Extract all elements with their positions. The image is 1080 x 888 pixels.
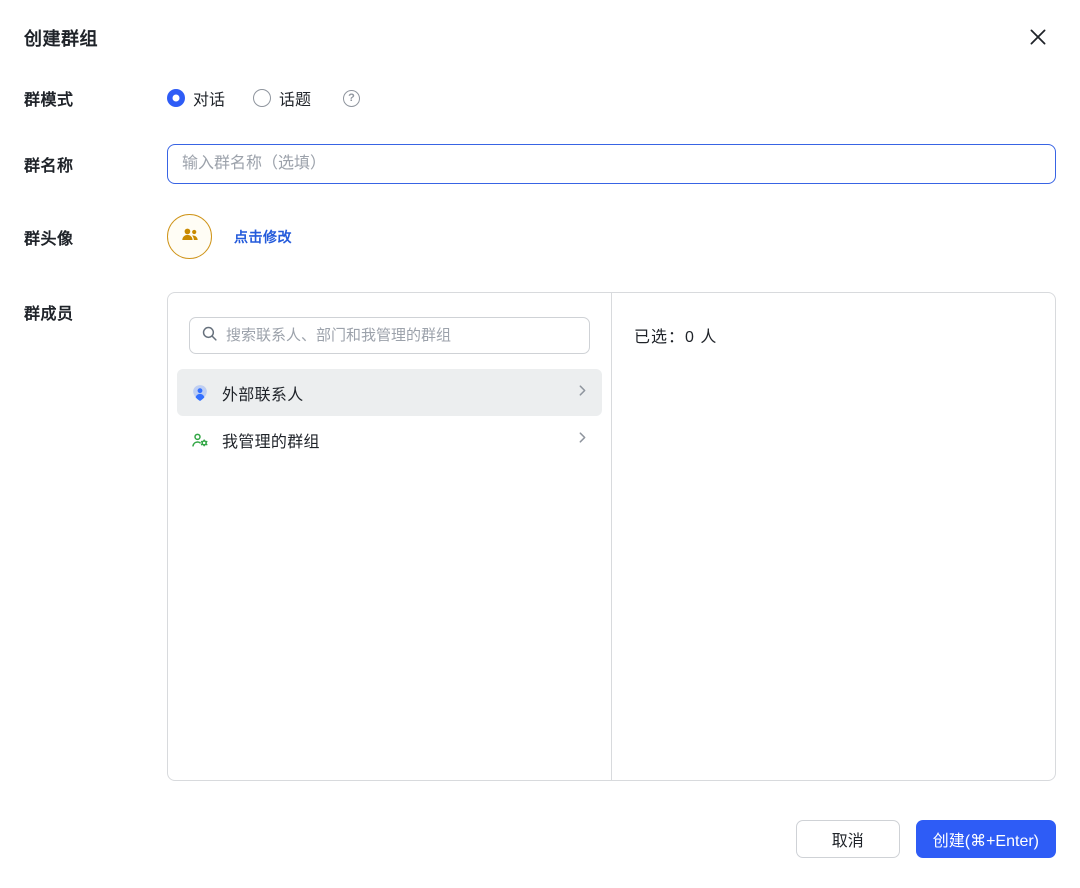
group-mode-label: 群模式	[24, 92, 74, 109]
cancel-button[interactable]: 取消	[795, 820, 900, 858]
radio-option-topic[interactable]: 话题	[253, 86, 311, 110]
dialog-header: 创建群组	[0, 0, 1080, 52]
selected-members-panel: 已选：0 人	[611, 293, 1055, 780]
list-item-external-contacts[interactable]: 外部联系人	[177, 369, 602, 416]
create-group-form: 群模式 对话 话题 群名称 群头像	[0, 86, 1080, 781]
avatar-edit-link[interactable]: 点击修改	[234, 227, 292, 247]
radio-unchecked-icon[interactable]	[253, 89, 272, 107]
managed-groups-icon	[190, 430, 210, 450]
group-name-row: 群名称	[24, 144, 1056, 184]
radio-option-chat[interactable]: 对话	[167, 86, 225, 110]
group-avatar-label: 群头像	[24, 230, 74, 248]
member-search-box[interactable]	[189, 317, 590, 354]
group-avatar-wrap: 点击修改	[167, 214, 292, 259]
group-name-input[interactable]	[167, 144, 1056, 184]
member-source-list: 外部联系人 我管理的群组	[168, 369, 611, 463]
group-members-row: 群成员 搜索联系人、部门和我管理的群组 外部联系人 我管理的群组 已选：0 人	[24, 292, 1056, 781]
dialog-title: 创建群组	[24, 29, 98, 49]
close-icon	[1027, 26, 1049, 51]
help-icon[interactable]	[343, 89, 361, 107]
group-avatar-row: 群头像 点击修改	[24, 214, 1056, 259]
list-item-label: 我管理的群组	[222, 433, 320, 451]
members-panel: 外部联系人	[167, 292, 1056, 781]
radio-option-topic-label: 话题	[279, 92, 312, 109]
create-group-dialog: 创建群组 群模式 对话 话题 群名称	[0, 0, 1080, 888]
group-name-label: 群名称	[24, 158, 74, 175]
chevron-right-icon	[576, 384, 589, 402]
group-avatar[interactable]	[167, 214, 212, 259]
group-mode-radio-group: 对话 话题	[167, 86, 361, 110]
selected-count: 已选：0 人	[634, 329, 718, 346]
group-mode-row: 群模式 对话 话题	[24, 86, 1056, 110]
search-icon	[201, 325, 218, 347]
members-picker: 外部联系人	[168, 293, 611, 780]
group-avatar-people-icon	[179, 223, 201, 250]
dialog-footer: 取消 创建(⌘+Enter)	[795, 820, 1056, 858]
chevron-right-icon	[576, 431, 589, 449]
group-members-label: 群成员	[24, 306, 74, 323]
list-item-label: 外部联系人	[222, 386, 304, 404]
radio-checked-icon[interactable]	[167, 89, 185, 107]
radio-option-chat-label: 对话	[193, 92, 226, 109]
member-search-input[interactable]	[226, 327, 578, 344]
create-button[interactable]: 创建(⌘+Enter)	[915, 820, 1056, 858]
list-item-managed-groups[interactable]: 我管理的群组	[177, 416, 602, 463]
close-button[interactable]	[1024, 24, 1052, 52]
external-contacts-icon	[190, 383, 210, 403]
